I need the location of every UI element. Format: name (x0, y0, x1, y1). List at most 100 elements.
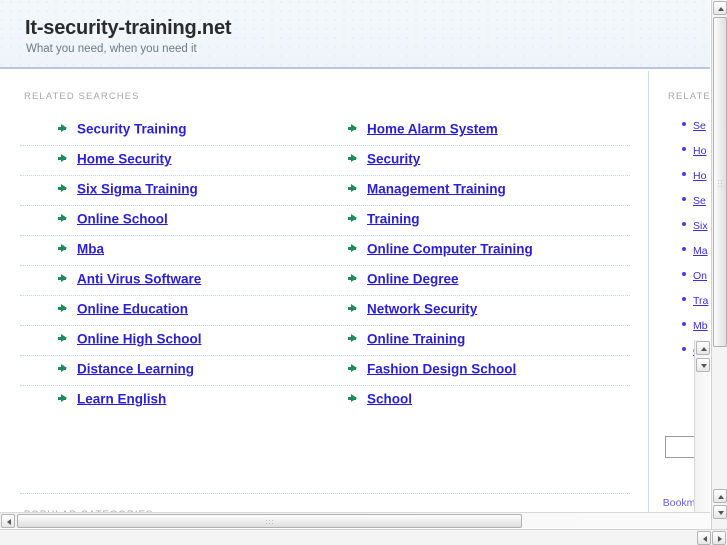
scroll-left-button[interactable] (1, 514, 15, 528)
vertical-scroll-thumb[interactable] (713, 17, 727, 347)
related-search-link[interactable]: Network Security (367, 301, 477, 316)
sidebar-link[interactable]: Ho (693, 170, 706, 182)
dot-bullet-icon (682, 247, 686, 251)
related-search-link[interactable]: Home Alarm System (367, 121, 498, 136)
related-search-cell: Management Training (348, 180, 506, 198)
arrow-bullet-icon (348, 334, 357, 343)
arrow-bullet-icon (348, 394, 357, 403)
dot-bullet-icon (682, 172, 686, 176)
sidebar-link[interactable]: Mb (693, 320, 708, 332)
related-search-row: Online Education Network Security (20, 296, 630, 326)
arrow-bullet-icon (58, 154, 67, 163)
related-search-link[interactable]: Online Training (367, 331, 465, 346)
arrow-bullet-icon (348, 214, 357, 223)
related-search-cell: Online Training (348, 330, 465, 348)
sidebar-link-row: Ho (682, 166, 710, 191)
chevron-left-icon (7, 518, 11, 525)
sidebar-link[interactable]: Six (693, 220, 708, 232)
related-search-row: Learn English School (20, 386, 630, 415)
outer-horizontal-scrollbar[interactable] (0, 529, 727, 545)
arrow-bullet-icon (58, 364, 67, 373)
related-search-link[interactable]: Security Training (77, 121, 187, 136)
sidebar-link[interactable]: Se (693, 195, 706, 207)
window-scroll-down-button[interactable] (713, 505, 727, 519)
chevron-down-icon (717, 511, 724, 515)
page-document: It-security-training.net What you need, … (0, 0, 710, 528)
related-search-link[interactable]: Learn English (77, 391, 166, 406)
related-search-cell: Online Education (58, 300, 188, 318)
sidebar-link-row: Se (682, 116, 710, 141)
related-search-link[interactable]: School (367, 391, 412, 406)
inner-horizontal-scrollbar[interactable] (0, 512, 710, 528)
chevron-down-icon (700, 364, 707, 368)
dot-bullet-icon (682, 272, 686, 276)
related-search-cell: Fashion Design School (348, 360, 516, 378)
related-search-link[interactable]: Fashion Design School (367, 361, 516, 376)
scroll-thumb-grip (718, 180, 724, 189)
related-search-row: Online High School Online Training (20, 326, 630, 356)
main-content-column: RELATED SEARCHES Security Training Home A… (0, 71, 649, 528)
sidebar-link[interactable]: Ma (693, 245, 708, 257)
related-search-cell: Training (348, 210, 420, 228)
window-scroll-up-button[interactable] (713, 1, 727, 15)
outer-vertical-scrollbar[interactable] (711, 0, 727, 545)
related-search-row: Online School Training (20, 206, 630, 236)
window-scroll-up-button-2[interactable] (713, 489, 727, 503)
related-search-cell: Security Training (58, 120, 187, 138)
related-search-link[interactable]: Online Computer Training (367, 241, 533, 256)
related-search-link[interactable]: Online Degree (367, 271, 459, 286)
dot-bullet-icon (682, 322, 686, 326)
related-searches-list: Security Training Home Alarm System Home S… (20, 116, 630, 415)
related-search-link[interactable]: Security (367, 151, 420, 166)
sidebar-link[interactable]: On (693, 270, 707, 282)
sidebar-link-row: Ho (682, 141, 710, 166)
related-search-cell: Online High School (58, 330, 202, 348)
scroll-up-button[interactable] (696, 341, 710, 355)
related-search-cell: Learn English (58, 390, 166, 408)
sidebar-link[interactable]: Tra (693, 295, 708, 307)
related-search-link[interactable]: Distance Learning (77, 361, 194, 376)
related-search-cell: School (348, 390, 412, 408)
chevron-up-icon (717, 7, 724, 11)
browser-viewport: It-security-training.net What you need, … (0, 0, 727, 545)
arrow-bullet-icon (58, 124, 67, 133)
related-search-link[interactable]: Online High School (77, 331, 202, 346)
dot-bullet-icon (682, 297, 686, 301)
related-search-link[interactable]: Management Training (367, 181, 506, 196)
dot-bullet-icon (682, 122, 686, 126)
arrow-bullet-icon (348, 244, 357, 253)
dot-bullet-icon (682, 197, 686, 201)
inner-vertical-scrollbar[interactable] (694, 340, 710, 528)
sidebar-link-row: Se (682, 191, 710, 216)
related-search-link[interactable]: Home Security (77, 151, 172, 166)
related-search-cell: Home Security (58, 150, 172, 168)
arrow-bullet-icon (348, 124, 357, 133)
related-search-cell: Anti Virus Software (58, 270, 201, 288)
arrow-bullet-icon (348, 274, 357, 283)
sidebar-link-row: Ma (682, 241, 710, 266)
dot-bullet-icon (682, 147, 686, 151)
related-search-link[interactable]: Online Education (77, 301, 188, 316)
related-search-row: Security Training Home Alarm System (20, 116, 630, 146)
scroll-down-button[interactable] (696, 358, 710, 372)
related-search-link[interactable]: Online School (77, 211, 168, 226)
related-search-link[interactable]: Training (367, 211, 420, 226)
related-search-row: Six Sigma Training Management Training (20, 176, 630, 206)
related-search-cell: Mba (58, 240, 104, 258)
site-header: It-security-training.net What you need, … (0, 0, 710, 69)
window-scroll-right-button[interactable] (712, 531, 726, 545)
chevron-up-icon (700, 347, 707, 351)
chevron-left-icon (703, 535, 707, 542)
horizontal-scroll-thumb[interactable] (17, 514, 522, 528)
related-search-link[interactable]: Six Sigma Training (77, 181, 198, 196)
arrow-bullet-icon (58, 334, 67, 343)
related-search-link[interactable]: Mba (77, 241, 104, 256)
sidebar-link[interactable]: Se (693, 120, 706, 132)
related-search-link[interactable]: Anti Virus Software (77, 271, 201, 286)
page-title: It-security-training.net (25, 17, 232, 39)
related-search-row: Distance Learning Fashion Design School (20, 356, 630, 386)
arrow-bullet-icon (348, 304, 357, 313)
window-scroll-left-button[interactable] (697, 531, 711, 545)
sidebar-link[interactable]: Ho (693, 145, 706, 157)
site-tagline: What you need, when you need it (26, 43, 197, 55)
